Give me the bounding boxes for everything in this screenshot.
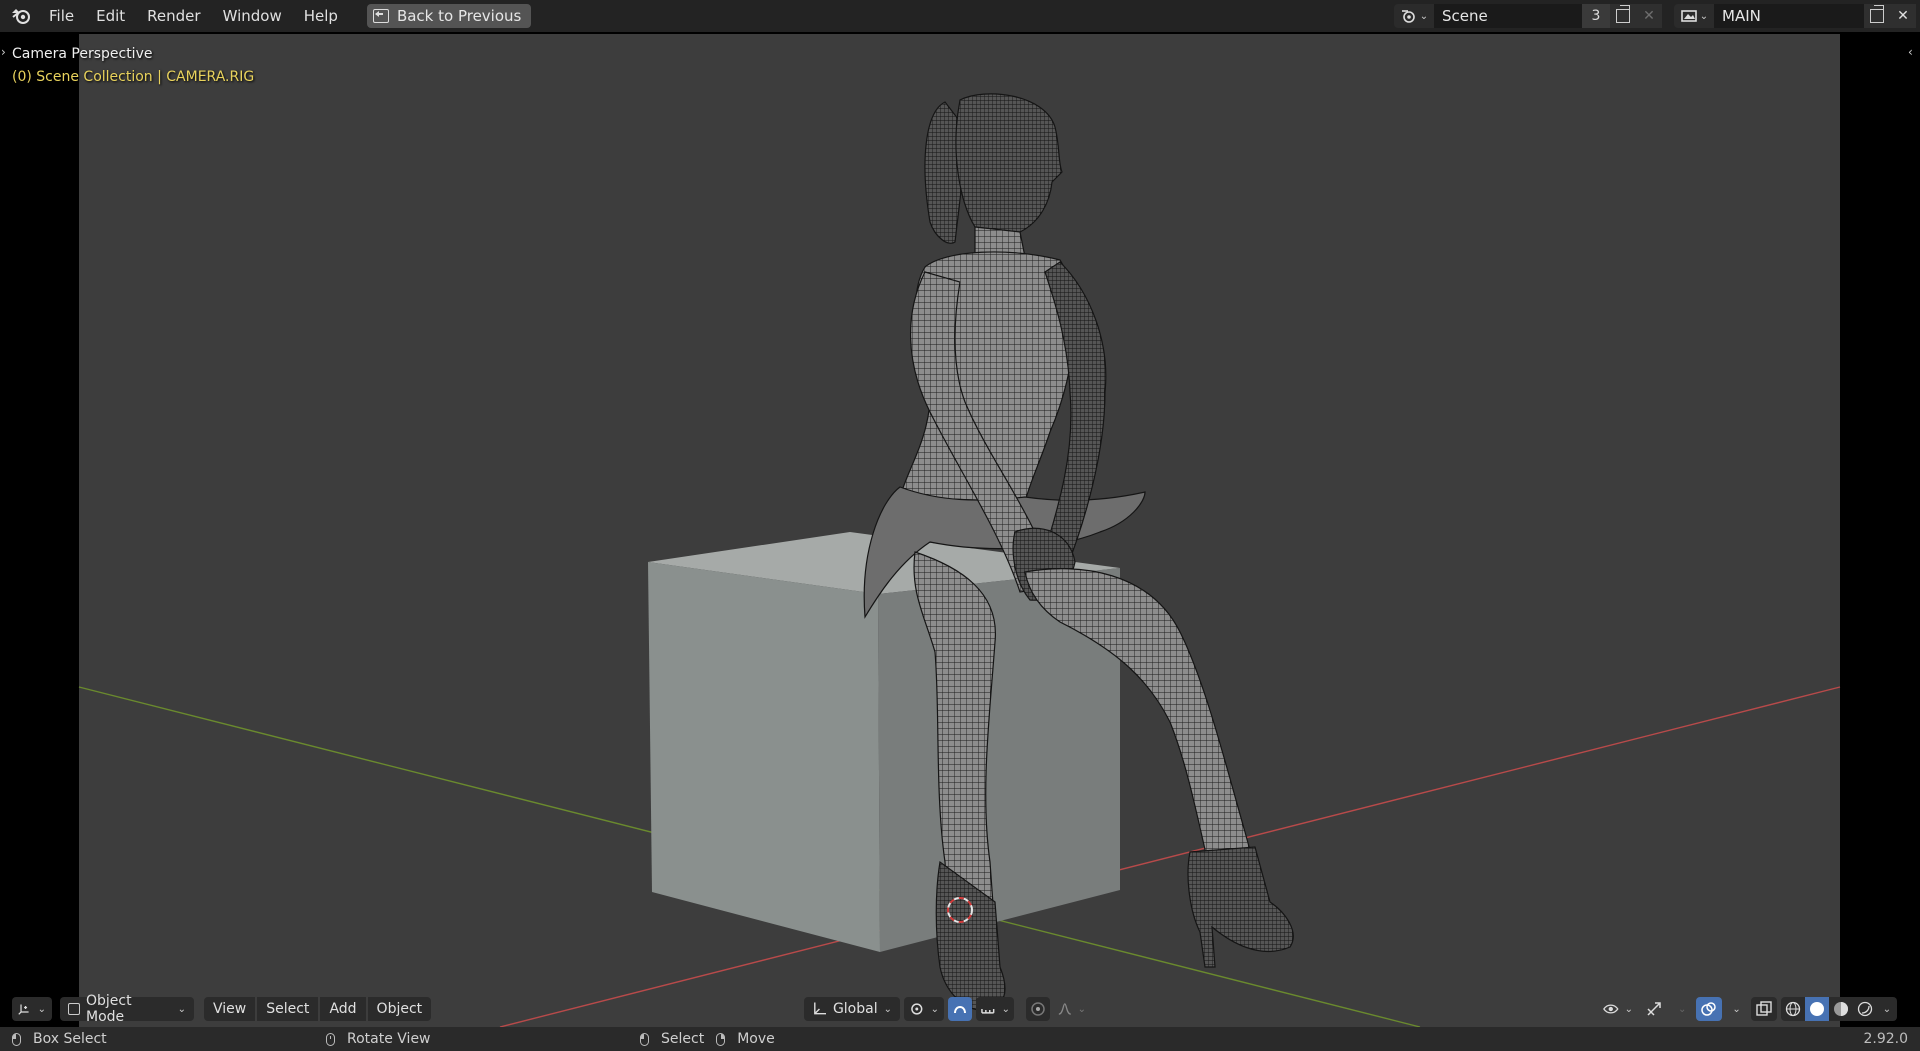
visibility-selector[interactable]: ⌄ — [1598, 997, 1638, 1021]
header-menu-select[interactable]: Select — [257, 997, 319, 1021]
mode-selector[interactable]: Object Mode ⌄ — [60, 993, 194, 1025]
overlay-icon — [1701, 1002, 1717, 1016]
menu-file[interactable]: File — [38, 0, 85, 32]
delete-view-layer-button[interactable]: ✕ — [1890, 4, 1916, 28]
status-left-action: Box Select — [33, 1031, 107, 1047]
status-bar: Box Select Rotate View Select Move 2.92.… — [0, 1027, 1920, 1051]
status-middle-action: Rotate View — [347, 1031, 431, 1047]
viewport-perspective-label: Camera Perspective — [12, 46, 153, 62]
orientation-label: Global — [832, 1001, 878, 1017]
snap-toggle[interactable] — [948, 997, 972, 1021]
delete-scene-button[interactable]: ✕ — [1636, 4, 1662, 28]
rendered-shading-icon — [1857, 1001, 1872, 1017]
gizmo-icon — [1647, 1002, 1661, 1016]
scene-browse-button[interactable]: ⌄ — [1394, 4, 1434, 28]
header-menu-view[interactable]: View — [204, 997, 256, 1021]
back-icon — [372, 9, 389, 23]
viewport-collection-label: (0) Scene Collection | CAMERA.RIG — [12, 69, 255, 85]
chevron-down-icon: ⌄ — [1077, 1003, 1086, 1015]
cube-left-face — [648, 562, 880, 952]
proportional-edit-toggle[interactable] — [1026, 997, 1050, 1021]
pivot-point-selector[interactable]: ⌄ — [904, 997, 944, 1021]
solid-shading-icon — [1809, 1002, 1824, 1016]
head — [955, 93, 1063, 233]
transform-orientation-selector[interactable]: Global ⌄ — [804, 997, 900, 1021]
solid-shading-button[interactable] — [1804, 997, 1829, 1021]
xray-icon — [1756, 1001, 1772, 1016]
chevron-down-icon: ⌄ — [883, 1003, 892, 1015]
menu-help[interactable]: Help — [293, 0, 349, 32]
scene-users-count[interactable]: 3 — [1582, 4, 1610, 28]
xray-toggle[interactable] — [1750, 997, 1777, 1021]
material-shading-icon — [1833, 1002, 1848, 1016]
close-icon: ✕ — [1643, 8, 1655, 24]
chevron-down-icon: ⌄ — [930, 1003, 939, 1015]
3d-viewport[interactable]: Camera Perspective (0) Scene Collection … — [0, 32, 1920, 1027]
mouse-middle-icon — [326, 1032, 335, 1046]
menu-render[interactable]: Render — [136, 0, 211, 32]
object-mode-icon — [68, 1003, 80, 1015]
view-layer-icon — [1680, 10, 1697, 22]
material-shading-button[interactable] — [1829, 1001, 1853, 1017]
scene-selector: ⌄ Scene 3 ✕ ⌄ MAIN ✕ — [1394, 4, 1916, 28]
status-select-action: Select — [661, 1031, 705, 1047]
back-to-previous-label: Back to Previous — [396, 7, 522, 25]
top-menu-bar: File Edit Render Window Help Back to Pre… — [0, 0, 1920, 32]
proportional-edit-icon — [1031, 1002, 1045, 1016]
chevron-down-icon: ⌄ — [1699, 10, 1709, 22]
mode-label: Object Mode — [86, 993, 132, 1025]
scene-icon — [1401, 10, 1415, 23]
pivot-icon — [911, 1003, 923, 1015]
editor-type-button[interactable]: ⌄ — [12, 997, 52, 1021]
overlay-toggle[interactable] — [1696, 997, 1723, 1021]
chevron-down-icon: ⌄ — [1001, 1003, 1010, 1015]
duplicate-icon — [1616, 5, 1630, 23]
header-menu-object[interactable]: Object — [367, 997, 432, 1021]
visibility-icon — [1603, 1004, 1619, 1014]
menu-window[interactable]: Window — [212, 0, 293, 32]
snap-target-selector[interactable]: ⌄ — [976, 997, 1014, 1021]
viewport-header: ⌄ Object Mode ⌄ View Select Add Object G… — [0, 992, 1920, 1026]
chevron-down-icon: ⌄ — [37, 1003, 46, 1015]
chevron-down-icon: ⌄ — [1624, 1003, 1633, 1015]
version-label: 2.92.0 — [1863, 1031, 1908, 1047]
shading-dropdown[interactable]: ⌄ — [1877, 1004, 1897, 1015]
gizmo-toggle[interactable] — [1642, 997, 1668, 1021]
viewport-expand-left-icon[interactable]: › — [1, 45, 6, 59]
mouse-right-icon — [716, 1032, 726, 1046]
wireframe-shading-icon — [1785, 1001, 1800, 1017]
back-to-previous-button[interactable]: Back to Previous — [366, 4, 532, 28]
mouse-left-icon — [12, 1032, 21, 1046]
mouse-left-icon — [640, 1032, 649, 1046]
3d-viewport-icon — [18, 1004, 29, 1015]
viewport-scene — [78, 93, 1841, 1027]
falloff-icon — [1058, 1003, 1071, 1015]
header-menu-add[interactable]: Add — [320, 997, 366, 1021]
view-layer-browse-button[interactable]: ⌄ — [1674, 4, 1714, 28]
scene-name-field[interactable]: Scene — [1434, 4, 1582, 28]
snap-increment-icon — [981, 1009, 995, 1014]
new-scene-button[interactable] — [1610, 4, 1636, 28]
blender-logo-icon[interactable] — [10, 5, 32, 27]
close-icon: ✕ — [1897, 8, 1909, 24]
view-layer-field[interactable]: MAIN — [1714, 4, 1864, 28]
right-shoe — [1187, 846, 1294, 968]
status-move-action: Move — [737, 1031, 775, 1047]
menu-edit[interactable]: Edit — [85, 0, 136, 32]
rendered-shading-button[interactable] — [1853, 1001, 1877, 1017]
viewport-expand-right-icon[interactable]: ‹ — [1908, 45, 1913, 59]
orientation-icon — [814, 1002, 827, 1015]
chevron-down-icon: ⌄ — [1419, 10, 1429, 22]
new-view-layer-button[interactable] — [1864, 4, 1890, 28]
falloff-selector[interactable]: ⌄ — [1054, 997, 1090, 1021]
gizmo-dropdown[interactable]: ⌄ — [1672, 1004, 1692, 1015]
wireframe-shading-button[interactable] — [1781, 1001, 1805, 1017]
chevron-down-icon: ⌄ — [177, 1003, 186, 1015]
duplicate-icon — [1870, 5, 1884, 23]
snap-icon — [954, 1006, 966, 1014]
overlay-dropdown[interactable]: ⌄ — [1726, 1004, 1746, 1015]
